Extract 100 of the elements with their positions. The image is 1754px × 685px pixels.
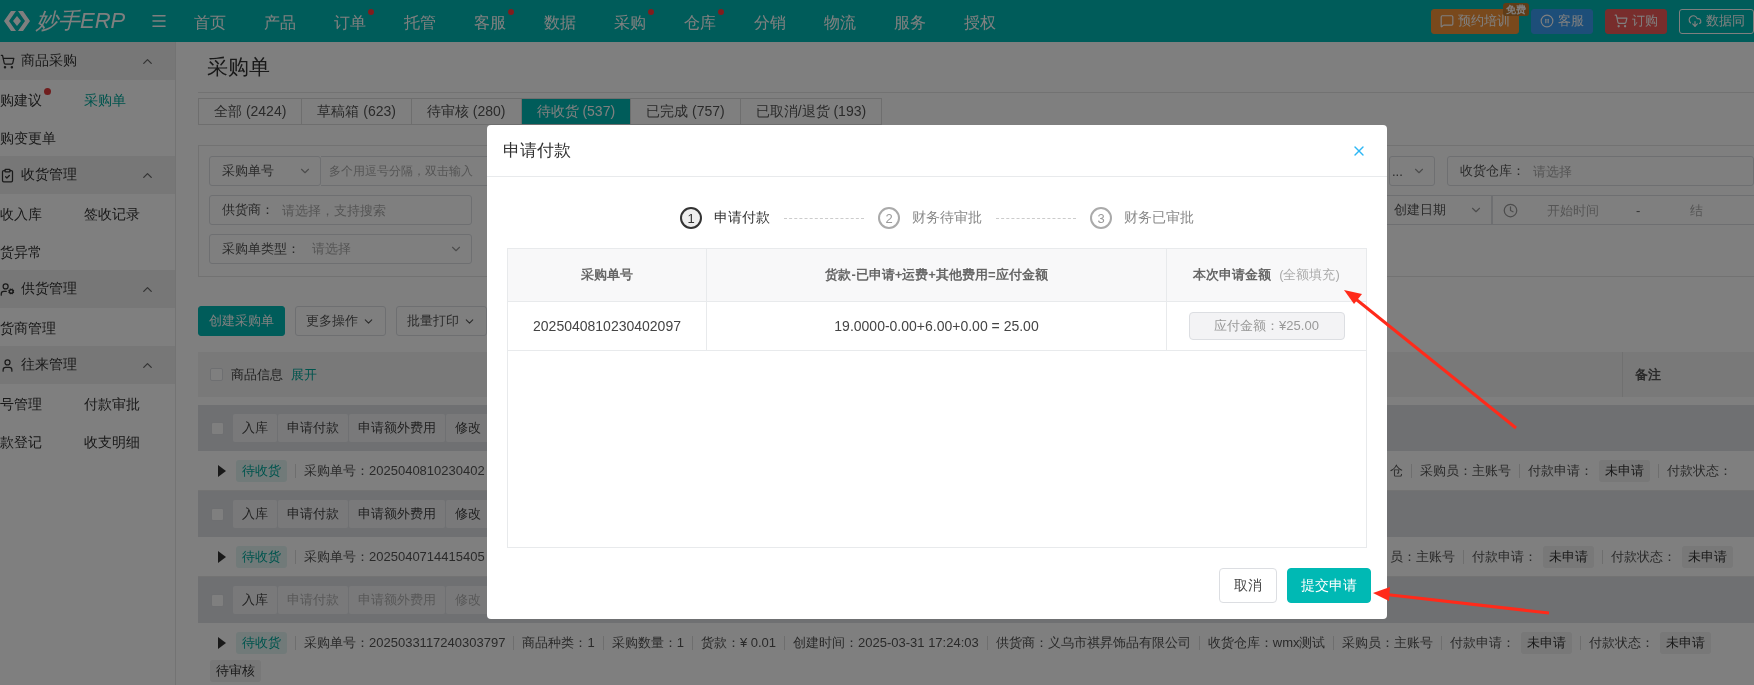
- sidebar-item[interactable]: 款登记: [0, 430, 51, 452]
- tab[interactable]: 待收货 (537): [520, 98, 632, 125]
- badge: 免费: [1503, 2, 1529, 16]
- status-tag: 未申请: [1682, 545, 1733, 568]
- status-tag: 待收货: [236, 632, 287, 654]
- expand-triangle-icon[interactable]: [218, 637, 226, 649]
- select-field[interactable]: 采购单号: [209, 156, 321, 186]
- nav-link[interactable]: 产品: [264, 8, 304, 34]
- section-title: 收货管理: [21, 166, 77, 184]
- sidebar-item[interactable]: 购建议: [0, 88, 51, 110]
- order-detail: 采购单号：2025033117240303797: [304, 634, 506, 652]
- order-action-button[interactable]: 申请付款: [278, 414, 348, 442]
- step-label: 财务已审批: [1124, 209, 1194, 227]
- status-tag: 未申请: [1543, 545, 1594, 568]
- cart-icon: [1614, 14, 1628, 28]
- expand-link[interactable]: 展开: [291, 365, 317, 384]
- column-header: 备注: [1622, 352, 1754, 397]
- order-action-button[interactable]: 修改: [446, 414, 490, 442]
- status-tag: 未申请: [1521, 632, 1573, 654]
- order-action-button[interactable]: 入库: [233, 500, 277, 528]
- order-detail: 采购数量：1: [611, 634, 684, 652]
- order-detail: 付款状态：: [1667, 461, 1732, 480]
- expand-triangle-icon[interactable]: [218, 550, 226, 563]
- order-action-button[interactable]: 申请额外费用: [349, 500, 445, 528]
- order-action-button[interactable]: 申请付款: [278, 500, 348, 528]
- dialog-title: 申请付款: [503, 140, 571, 162]
- section-icon: [0, 167, 15, 183]
- order-action-button[interactable]: 修改: [446, 500, 490, 528]
- tab[interactable]: 待审核 (280): [410, 98, 522, 125]
- chat-icon: [1440, 14, 1454, 28]
- sidebar-section-header[interactable]: 往来管理: [0, 346, 175, 384]
- header-button[interactable]: 订购: [1605, 8, 1667, 34]
- order-detail: 供货商：义乌市祺昇饰品有限公司: [995, 634, 1191, 652]
- nav-link[interactable]: 托管: [404, 8, 444, 34]
- order-action-button[interactable]: 入库: [233, 586, 277, 614]
- logo-text: 妙手ERP: [36, 7, 126, 35]
- order-detail: 采购员：主账号: [1342, 634, 1434, 652]
- sidebar-item[interactable]: 签收记录: [84, 202, 149, 224]
- nav-link[interactable]: 数据: [544, 8, 584, 34]
- order-action-button[interactable]: 申请额外费用: [349, 414, 445, 442]
- order-detail: 采购员：主账号: [1420, 461, 1511, 480]
- nav-link[interactable]: 首页: [194, 8, 234, 34]
- sidebar-item[interactable]: 付款审批: [84, 392, 149, 414]
- section-icon: [0, 281, 15, 297]
- status-tag: 待收货: [236, 545, 287, 568]
- toolbar-button[interactable]: 创建采购单: [198, 306, 285, 336]
- nav-link[interactable]: 仓库: [684, 8, 724, 34]
- section-icon: [0, 53, 15, 69]
- tab[interactable]: 草稿箱 (623): [301, 98, 412, 125]
- nav-link[interactable]: 授权: [964, 8, 1004, 34]
- step-label: 申请付款: [714, 209, 770, 227]
- step-number: 3: [1090, 207, 1112, 229]
- step-number: 2: [878, 207, 900, 229]
- select-field[interactable]: ...: [1389, 156, 1435, 186]
- column-header: 本次申请金额: [1193, 266, 1272, 284]
- column-header: 商品信息: [231, 365, 283, 384]
- range-separator: -: [1636, 202, 1641, 218]
- sidebar-section-header[interactable]: 商品采购: [0, 42, 175, 80]
- nav-link[interactable]: 采购: [614, 8, 654, 34]
- sidebar-item[interactable]: 号管理: [0, 392, 51, 414]
- order-detail: 付款申请：: [1450, 634, 1516, 652]
- step-label: 财务待审批: [912, 209, 982, 227]
- sidebar-section-header[interactable]: 供货管理: [0, 270, 175, 308]
- sidebar-item[interactable]: 采购单: [84, 88, 135, 110]
- nav-link[interactable]: 客服: [474, 8, 514, 34]
- section-title: 往来管理: [21, 356, 77, 374]
- sidebar-section-header[interactable]: 收货管理: [0, 156, 175, 194]
- tab[interactable]: 已取消/退货 (193): [739, 98, 883, 125]
- logo-icon: [2, 9, 32, 33]
- nav-link[interactable]: 订单: [334, 8, 374, 34]
- toolbar-button[interactable]: 批量打印: [396, 306, 487, 336]
- order-detail: 收货仓库：wmx测试: [1207, 634, 1326, 652]
- order-detail: 付款状态：: [1611, 547, 1676, 566]
- order-detail: 员：主账号: [1390, 547, 1455, 566]
- cancel-button[interactable]: 取消: [1219, 568, 1277, 603]
- nav-link[interactable]: 分销: [754, 8, 794, 34]
- order-detail: 付款申请：: [1528, 461, 1593, 480]
- pause-circle-icon: [1540, 14, 1554, 28]
- section-title: 供货管理: [21, 280, 77, 298]
- tab[interactable]: 全部 (2424): [198, 98, 303, 125]
- tab[interactable]: 已完成 (757): [630, 98, 741, 125]
- sidebar-item[interactable]: 购变更单: [0, 126, 65, 148]
- menu-icon[interactable]: [150, 12, 168, 30]
- column-header: 货款-已申请+运费+其他费用=应付金额: [825, 266, 1048, 284]
- order-action-button[interactable]: 入库: [233, 414, 277, 442]
- expand-triangle-icon[interactable]: [218, 464, 226, 477]
- nav-link[interactable]: 物流: [824, 8, 864, 34]
- order-detail: 商品种类：1: [522, 634, 595, 652]
- submit-button[interactable]: 提交申请: [1287, 568, 1371, 603]
- sidebar-item[interactable]: 货商管理: [0, 316, 65, 338]
- nav-link[interactable]: 服务: [894, 8, 934, 34]
- toolbar-button[interactable]: 更多操作: [295, 306, 386, 336]
- header-button[interactable]: 客服: [1531, 8, 1593, 34]
- sidebar-item[interactable]: 货异常: [0, 240, 51, 262]
- sidebar-item[interactable]: 收支明细: [84, 430, 149, 452]
- status-tag: 待审核: [210, 660, 261, 682]
- sidebar-item[interactable]: 收入库: [0, 202, 51, 224]
- section-title: 商品采购: [21, 52, 77, 70]
- column-hint: (全额填充): [1279, 266, 1340, 284]
- header-button[interactable]: 数据同: [1679, 8, 1754, 34]
